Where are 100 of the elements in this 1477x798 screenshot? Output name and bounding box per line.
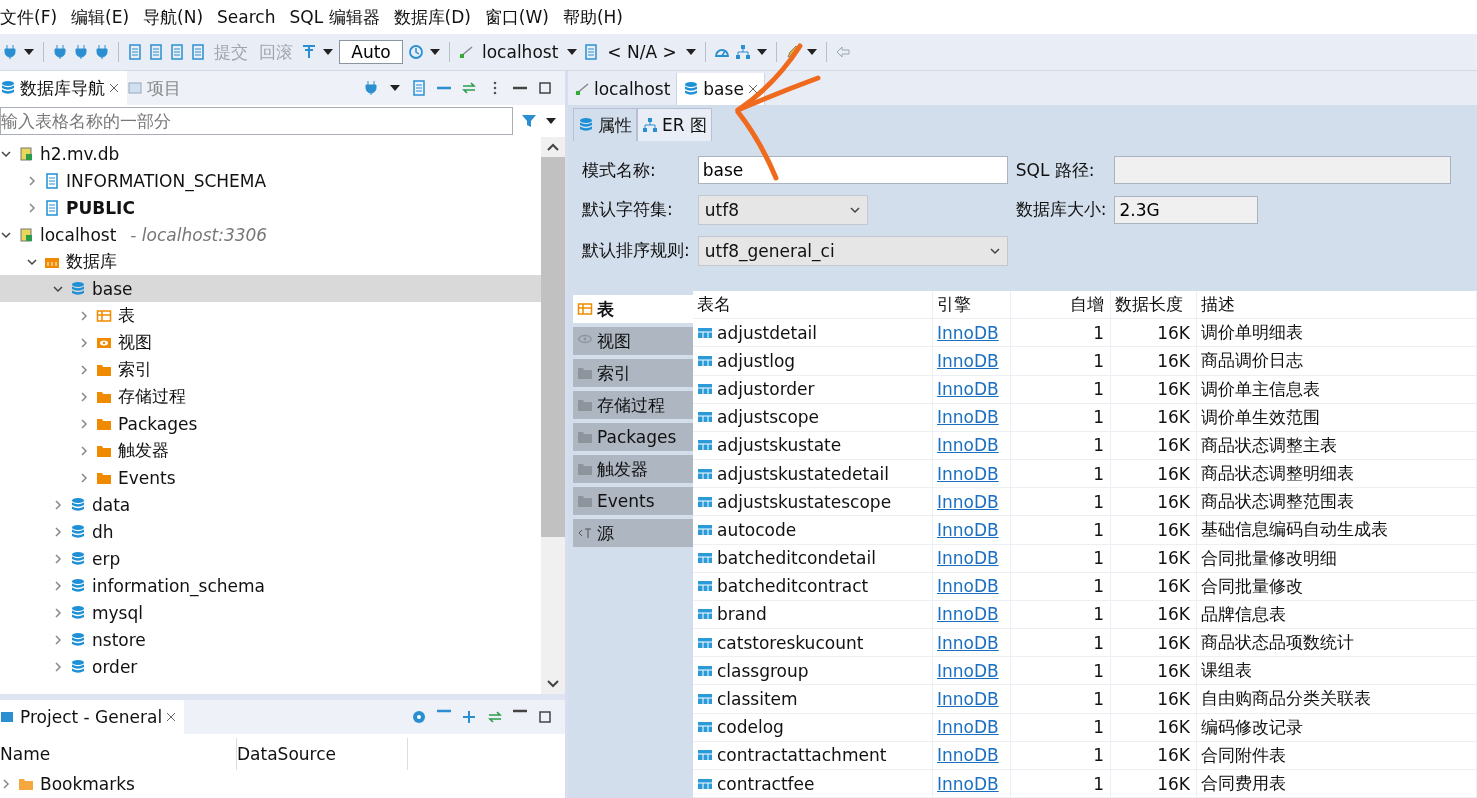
editor-subtab[interactable]: 属性 <box>573 108 637 141</box>
engine-link[interactable]: InnoDB <box>933 460 1011 488</box>
commit-mode-field[interactable]: Auto <box>339 40 403 64</box>
engine-link[interactable]: InnoDB <box>933 741 1011 769</box>
tree-item[interactable]: PUBLIC <box>0 194 541 221</box>
tree-item[interactable]: Events <box>0 464 541 491</box>
filter-field[interactable]: 输入表格名称的一部分 <box>0 107 513 135</box>
caret-icon[interactable] <box>389 84 401 92</box>
tree-item[interactable]: nstore <box>0 626 541 653</box>
chevron-right-icon[interactable] <box>26 174 38 187</box>
caret-icon[interactable] <box>429 48 441 56</box>
side-tab[interactable]: Packages <box>573 423 693 451</box>
close-icon[interactable] <box>747 84 758 94</box>
chevron-right-icon[interactable] <box>78 336 90 349</box>
engine-link[interactable]: InnoDB <box>933 375 1011 403</box>
side-tab[interactable]: 存储过程 <box>573 391 693 419</box>
chevron-right-icon[interactable] <box>52 606 64 619</box>
tree-item[interactable]: Packages <box>0 410 541 437</box>
menu-item[interactable]: 导航(N) <box>143 5 204 29</box>
chevron-right-icon[interactable] <box>78 417 90 430</box>
engine-link[interactable]: InnoDB <box>933 347 1011 375</box>
tree-item[interactable]: localhost - localhost:3306 <box>0 221 541 248</box>
caret-icon[interactable] <box>805 48 818 56</box>
close-icon[interactable] <box>109 83 119 93</box>
toolbar-dropdown[interactable]: localhost <box>479 42 562 62</box>
chevron-right-icon[interactable] <box>78 309 90 322</box>
editor-subtab[interactable]: ER 图 <box>637 108 712 141</box>
caret-icon[interactable] <box>566 48 579 56</box>
menu-item[interactable]: SQL 编辑器 <box>289 5 380 29</box>
tree-item[interactable]: dh <box>0 518 541 545</box>
tree-item[interactable]: 表 <box>0 302 541 329</box>
side-tab[interactable]: 索引 <box>573 359 693 387</box>
chevron-right-icon[interactable] <box>52 633 64 646</box>
engine-link[interactable]: InnoDB <box>933 769 1011 798</box>
chevron-right-icon[interactable] <box>52 660 64 673</box>
chevron-right-icon[interactable] <box>78 471 90 484</box>
caret-icon[interactable] <box>545 117 557 125</box>
column-header[interactable]: 描述 <box>1197 291 1477 319</box>
editor-tab[interactable]: base <box>677 73 765 105</box>
engine-link[interactable]: InnoDB <box>933 403 1011 431</box>
column-header[interactable]: 自增 <box>1011 291 1111 319</box>
menu-item[interactable]: Search <box>217 7 276 27</box>
column-header[interactable]: 引擎 <box>933 291 1011 319</box>
engine-link[interactable]: InnoDB <box>933 544 1011 572</box>
minimize-icon[interactable] <box>513 709 527 713</box>
panel-tab[interactable]: 数据库导航 <box>0 71 127 105</box>
tree-item[interactable]: order <box>0 653 541 680</box>
tree-item[interactable]: information_schema <box>0 572 541 599</box>
chevron-right-icon[interactable] <box>52 498 64 511</box>
tree-item[interactable]: erp <box>0 545 541 572</box>
column-header[interactable]: 表名 <box>693 291 933 319</box>
scrollbar[interactable] <box>541 137 565 694</box>
close-icon[interactable] <box>166 712 177 722</box>
charset-select[interactable]: utf8 <box>697 195 868 225</box>
chevron-right-icon[interactable] <box>78 444 90 457</box>
chevron-right-icon[interactable] <box>52 579 64 592</box>
tree-item[interactable]: 视图 <box>0 329 541 356</box>
chevron-right-icon[interactable] <box>52 525 64 538</box>
tree-item[interactable]: h2.mv.db <box>0 140 541 167</box>
column-header[interactable]: DataSource <box>237 738 408 770</box>
chevron-down-icon[interactable] <box>848 204 861 216</box>
engine-link[interactable]: InnoDB <box>933 319 1011 347</box>
toolbar-dropdown[interactable]: < N/A > <box>604 42 680 62</box>
minimize-icon[interactable] <box>513 86 527 90</box>
scroll-down-icon[interactable] <box>547 680 559 688</box>
side-tab[interactable]: 源 <box>573 519 693 547</box>
side-tab[interactable]: Events <box>573 487 693 515</box>
menu-item[interactable]: 窗口(W) <box>484 5 549 29</box>
menu-item[interactable]: 帮助(H) <box>562 5 623 29</box>
caret-icon[interactable] <box>755 48 768 56</box>
tree-item[interactable]: mysql <box>0 599 541 626</box>
engine-link[interactable]: InnoDB <box>933 685 1011 713</box>
engine-link[interactable]: InnoDB <box>933 713 1011 741</box>
tree-item[interactable]: 触发器 <box>0 437 541 464</box>
engine-link[interactable]: InnoDB <box>933 516 1011 544</box>
database-size-field[interactable]: 2.3G <box>1114 196 1259 224</box>
column-header[interactable]: Name <box>0 738 237 770</box>
engine-link[interactable]: InnoDB <box>933 657 1011 685</box>
menu-item[interactable]: 编辑(E) <box>71 5 130 29</box>
engine-link[interactable]: InnoDB <box>933 629 1011 657</box>
side-tab[interactable]: 视图 <box>573 327 693 355</box>
panel-tab[interactable]: Project - General <box>0 700 185 734</box>
tree-item[interactable]: data <box>0 491 541 518</box>
sql-path-field[interactable] <box>1114 156 1451 185</box>
caret-icon[interactable] <box>23 48 35 56</box>
menu-item[interactable]: 数据库(D) <box>393 5 471 29</box>
column-header[interactable]: 数据长度 <box>1111 291 1197 319</box>
chevron-right-icon[interactable] <box>78 363 90 376</box>
tree-item[interactable]: base <box>0 275 541 302</box>
engine-link[interactable]: InnoDB <box>933 600 1011 629</box>
tree-item[interactable]: Bookmarks <box>0 770 565 797</box>
side-tab[interactable]: 表 <box>573 295 693 323</box>
engine-link[interactable]: InnoDB <box>933 572 1011 600</box>
collation-select[interactable]: utf8_general_ci <box>697 235 1008 266</box>
caret-icon[interactable] <box>684 48 697 56</box>
schema-name-field[interactable]: base <box>697 156 1008 185</box>
tree-item[interactable]: 数据库 <box>0 248 541 275</box>
chevron-right-icon[interactable] <box>52 552 64 565</box>
caret-icon[interactable] <box>322 48 334 56</box>
chevron-right-icon[interactable] <box>26 201 38 214</box>
